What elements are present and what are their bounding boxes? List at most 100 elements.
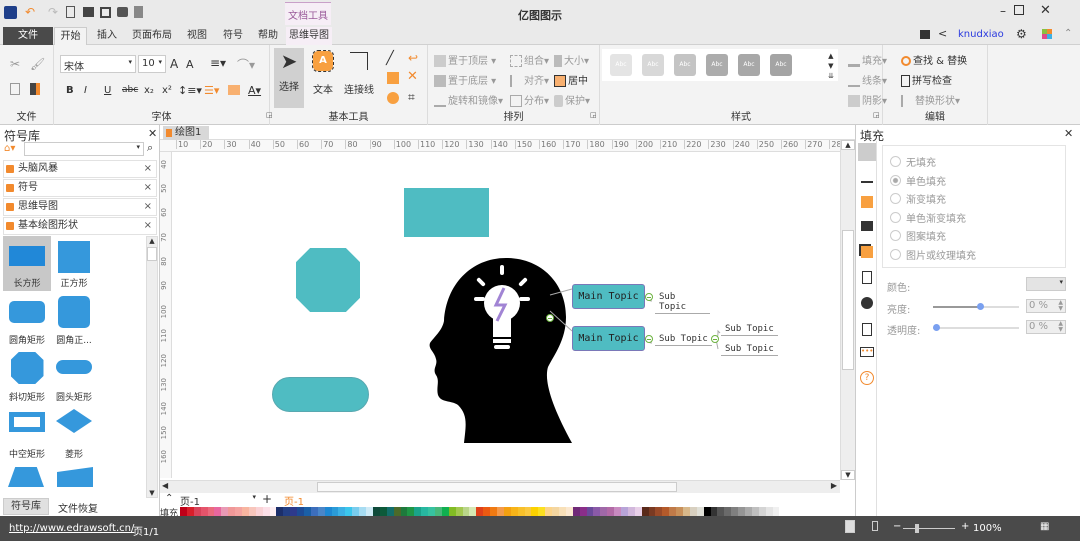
crop-tool-icon[interactable]: ⌗ xyxy=(408,90,415,105)
palette-color[interactable] xyxy=(214,507,222,516)
vertical-scrollbar[interactable]: ▲ ▼ xyxy=(840,140,855,480)
category-mindmap[interactable]: 思维导图 × xyxy=(3,198,157,216)
document-tab[interactable]: 绘图1 × xyxy=(163,126,209,152)
superscript-button[interactable]: x² xyxy=(162,85,172,96)
palette-color[interactable] xyxy=(469,507,477,516)
share-icon[interactable]: < xyxy=(938,27,947,40)
shape-bevel-rectangle[interactable]: 斜切矩形 xyxy=(3,350,51,405)
palette-color[interactable] xyxy=(765,507,773,516)
palette-color[interactable] xyxy=(228,507,236,516)
font-dialog-launcher[interactable]: ◲ xyxy=(266,111,273,119)
brightness-slider[interactable] xyxy=(933,303,1019,310)
close-panel-button[interactable]: ✕ xyxy=(1064,127,1073,140)
sub-topic[interactable]: Sub Topic xyxy=(655,334,712,346)
style-swatch[interactable]: Abc xyxy=(706,54,728,76)
palette-color[interactable] xyxy=(751,507,759,516)
open-file-icon[interactable] xyxy=(83,7,94,17)
close-icon[interactable]: × xyxy=(144,161,152,177)
palette-color[interactable] xyxy=(434,507,442,516)
theme-icon[interactable] xyxy=(1042,29,1052,39)
font-size-select[interactable]: 10 ▾ xyxy=(138,55,166,73)
collapse-toggle[interactable] xyxy=(645,293,653,301)
palette-color[interactable] xyxy=(655,507,663,516)
main-topic[interactable]: Main Topic xyxy=(572,326,645,351)
cross-tool-icon[interactable]: ✕ xyxy=(407,69,418,84)
palette-color[interactable] xyxy=(207,507,215,516)
category-basic-shapes[interactable]: 基本绘图形状 × xyxy=(3,217,157,235)
palette-color[interactable] xyxy=(621,507,628,516)
palette-color[interactable] xyxy=(490,507,497,516)
line-tool-icon[interactable]: ╱ xyxy=(386,51,394,66)
palette-color[interactable] xyxy=(738,507,746,516)
palette-color[interactable] xyxy=(662,507,670,516)
palette-color[interactable] xyxy=(310,507,318,516)
curve-icon[interactable]: ⌒▾ xyxy=(237,56,255,73)
page-tab[interactable]: 页-1 xyxy=(284,493,304,508)
radio-gradient-fill[interactable]: 渐变填充 xyxy=(890,191,946,206)
palette-color[interactable] xyxy=(407,507,415,516)
transparency-input[interactable]: 0 % ▲ ▼ xyxy=(1026,320,1066,334)
new-file-icon[interactable] xyxy=(66,6,75,18)
palette-color[interactable] xyxy=(545,507,553,516)
palette-color[interactable] xyxy=(483,507,491,516)
style-swatch[interactable]: Abc xyxy=(738,54,760,76)
sub-topic[interactable]: Sub Topic xyxy=(721,344,778,356)
palette-color[interactable] xyxy=(717,507,725,516)
center-button[interactable]: 居中 xyxy=(554,72,588,87)
copy-icon[interactable] xyxy=(10,83,20,95)
group-button[interactable]: 组合▾ xyxy=(510,52,549,67)
palette-color[interactable] xyxy=(558,507,566,516)
bring-to-front-button[interactable]: 置于顶层 ▾ xyxy=(434,52,496,67)
replace-shape-button[interactable]: 替换形状▾ xyxy=(901,92,960,107)
radio-single-gradient-fill[interactable]: 单色渐变填充 xyxy=(890,210,966,225)
highlight-icon[interactable] xyxy=(228,85,240,95)
collapse-toggle[interactable] xyxy=(711,335,719,343)
sub-topic[interactable]: Sub Topic xyxy=(721,324,778,336)
palette-color[interactable] xyxy=(772,507,780,516)
tab-help[interactable]: 帮助 xyxy=(251,27,285,45)
connector-tool-button[interactable]: 连接线 xyxy=(342,48,376,108)
radio-pattern-fill[interactable]: 图案填充 xyxy=(890,228,946,243)
transparency-slider[interactable] xyxy=(933,324,1019,331)
minimize-button[interactable]: – xyxy=(1000,4,1006,18)
palette-color[interactable] xyxy=(400,507,408,516)
fit-page-icon[interactable] xyxy=(872,521,878,531)
palette-color[interactable] xyxy=(441,507,449,516)
shape-rounded-rectangle[interactable]: 圆角矩形 xyxy=(3,293,51,348)
category-brainstorm[interactable]: 头脑风暴 × xyxy=(3,160,157,178)
style-swatch[interactable]: Abc xyxy=(610,54,632,76)
shape-list-scrollbar[interactable]: ▲ ▼ xyxy=(146,236,158,498)
distribute-button[interactable]: 分布▾ xyxy=(510,92,549,107)
palette-color[interactable] xyxy=(338,507,346,516)
palette-color[interactable] xyxy=(366,507,373,516)
zoom-in-button[interactable]: + xyxy=(961,521,969,532)
palette-color[interactable] xyxy=(586,507,594,516)
size-button[interactable]: 大小▾ xyxy=(554,52,589,67)
format-painter-icon[interactable]: 🖌 xyxy=(30,57,45,71)
symbol-search-input[interactable]: ▾ xyxy=(24,142,144,156)
website-link[interactable]: http://www.edrawsoft.cn/ xyxy=(9,523,134,534)
palette-color[interactable] xyxy=(462,507,470,516)
collapse-ribbon-icon[interactable]: ⌃ xyxy=(1064,28,1072,39)
style-dialog-launcher[interactable]: ◲ xyxy=(873,111,880,119)
palette-color[interactable] xyxy=(634,507,642,516)
palette-color[interactable] xyxy=(565,507,573,516)
line-tab-icon[interactable] xyxy=(861,171,873,183)
palette-color[interactable] xyxy=(276,507,284,516)
palette-color[interactable] xyxy=(297,507,305,516)
text-tool-button[interactable]: A 文本 xyxy=(308,48,338,108)
palette-color[interactable] xyxy=(242,507,249,516)
palette-color[interactable] xyxy=(414,507,422,516)
palette-color[interactable] xyxy=(455,507,463,516)
bold-button[interactable]: B xyxy=(66,85,74,96)
palette-color[interactable] xyxy=(221,507,229,516)
palette-color[interactable] xyxy=(496,507,504,516)
align-icon[interactable]: ≡▾ xyxy=(210,56,226,70)
close-icon[interactable]: × xyxy=(144,180,152,196)
line-button[interactable]: 线条▾ xyxy=(848,72,887,87)
palette-color[interactable] xyxy=(524,507,532,516)
style-swatch[interactable]: Abc xyxy=(770,54,792,76)
select-tool-button[interactable]: ➤ 选择 xyxy=(274,48,304,108)
tab-file-recovery[interactable]: 文件恢复 xyxy=(58,500,98,515)
palette-color[interactable] xyxy=(235,507,243,516)
